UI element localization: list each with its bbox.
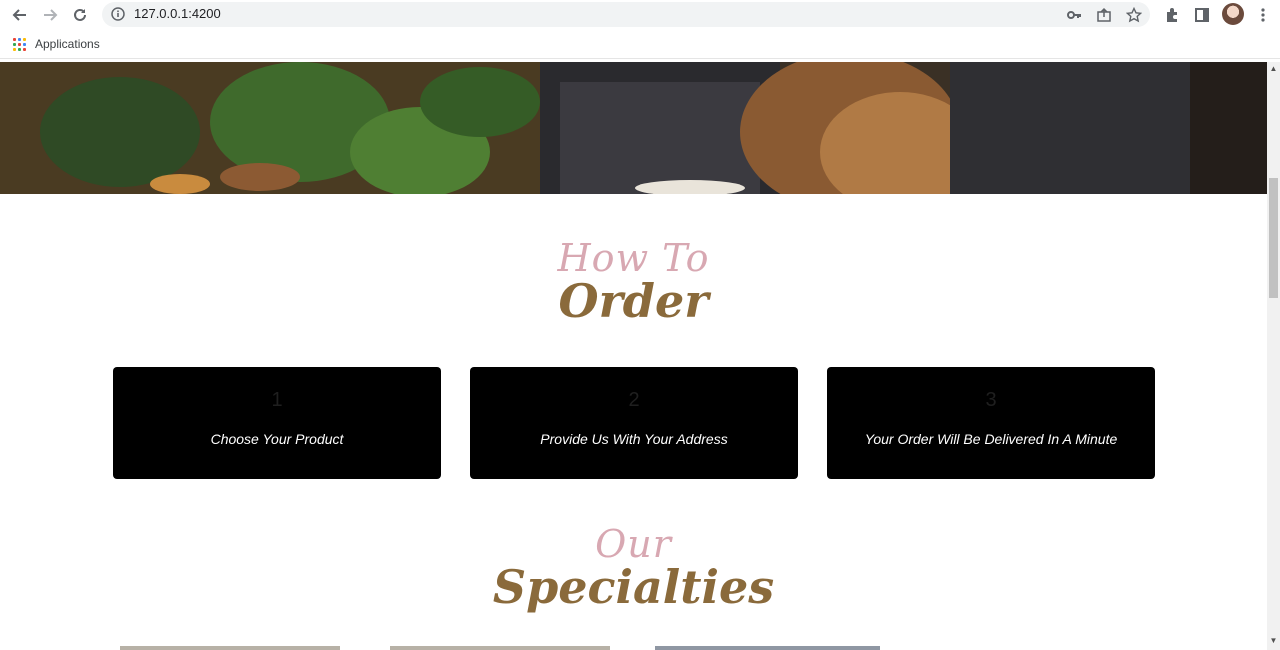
reload-button[interactable] (69, 4, 91, 26)
scroll-thumb[interactable] (1269, 178, 1278, 298)
star-icon[interactable] (1126, 7, 1142, 23)
back-button[interactable] (9, 4, 31, 26)
specialties-heading-top: Our (595, 522, 672, 566)
info-icon[interactable] (111, 7, 125, 21)
browser-toolbar: 127.0.0.1:4200 (0, 0, 1280, 30)
step-number: 2 (628, 389, 640, 411)
specialty-image-1[interactable] (120, 646, 340, 650)
page-scrollbar[interactable]: ▲ ▼ (1267, 62, 1280, 650)
step-label: Your Order Will Be Delivered In A Minute (864, 431, 1118, 447)
forward-arrow-icon (44, 9, 58, 21)
profile-avatar[interactable] (1222, 3, 1244, 25)
forward-button[interactable] (39, 4, 61, 26)
step-label: Provide Us With Your Address (540, 431, 728, 447)
menu-kebab-icon[interactable] (1254, 6, 1272, 24)
step-number: 3 (985, 389, 997, 411)
scroll-up-arrow-icon[interactable]: ▲ (1269, 64, 1278, 74)
specialty-image-3[interactable] (655, 646, 880, 650)
apps-grid-icon[interactable] (13, 38, 26, 51)
page-viewport: How To Order 1 Choose Your Product 2 Pro… (0, 62, 1267, 650)
side-panel-icon[interactable] (1193, 6, 1211, 24)
step-label: Choose Your Product (210, 431, 344, 447)
bookmarks-bar: Applications (0, 32, 1280, 59)
step-card-2: 2 Provide Us With Your Address (470, 367, 798, 479)
specialties-heading-bottom: Specialties (492, 560, 775, 614)
reload-icon (74, 8, 86, 21)
scroll-down-arrow-icon[interactable]: ▼ (1269, 636, 1278, 646)
how-to-heading-top: How To (557, 236, 710, 280)
step-card-1: 1 Choose Your Product (113, 367, 441, 479)
step-number: 1 (271, 389, 283, 411)
key-icon[interactable] (1066, 7, 1082, 23)
back-arrow-icon (12, 9, 26, 21)
specialties-heading: Our Specialties (0, 524, 1267, 610)
apps-bookmark[interactable]: Applications (35, 37, 100, 51)
how-to-heading-bottom: Order (558, 274, 709, 328)
url-text[interactable]: 127.0.0.1:4200 (134, 6, 221, 21)
hero-photo (0, 62, 1267, 194)
extensions-icon[interactable] (1163, 6, 1181, 24)
share-icon[interactable] (1096, 7, 1112, 23)
how-to-order-heading: How To Order (0, 238, 1267, 324)
address-bar[interactable]: 127.0.0.1:4200 (102, 2, 1150, 27)
specialty-image-2[interactable] (390, 646, 610, 650)
hero-image (0, 62, 1267, 194)
step-card-3: 3 Your Order Will Be Delivered In A Minu… (827, 367, 1155, 479)
